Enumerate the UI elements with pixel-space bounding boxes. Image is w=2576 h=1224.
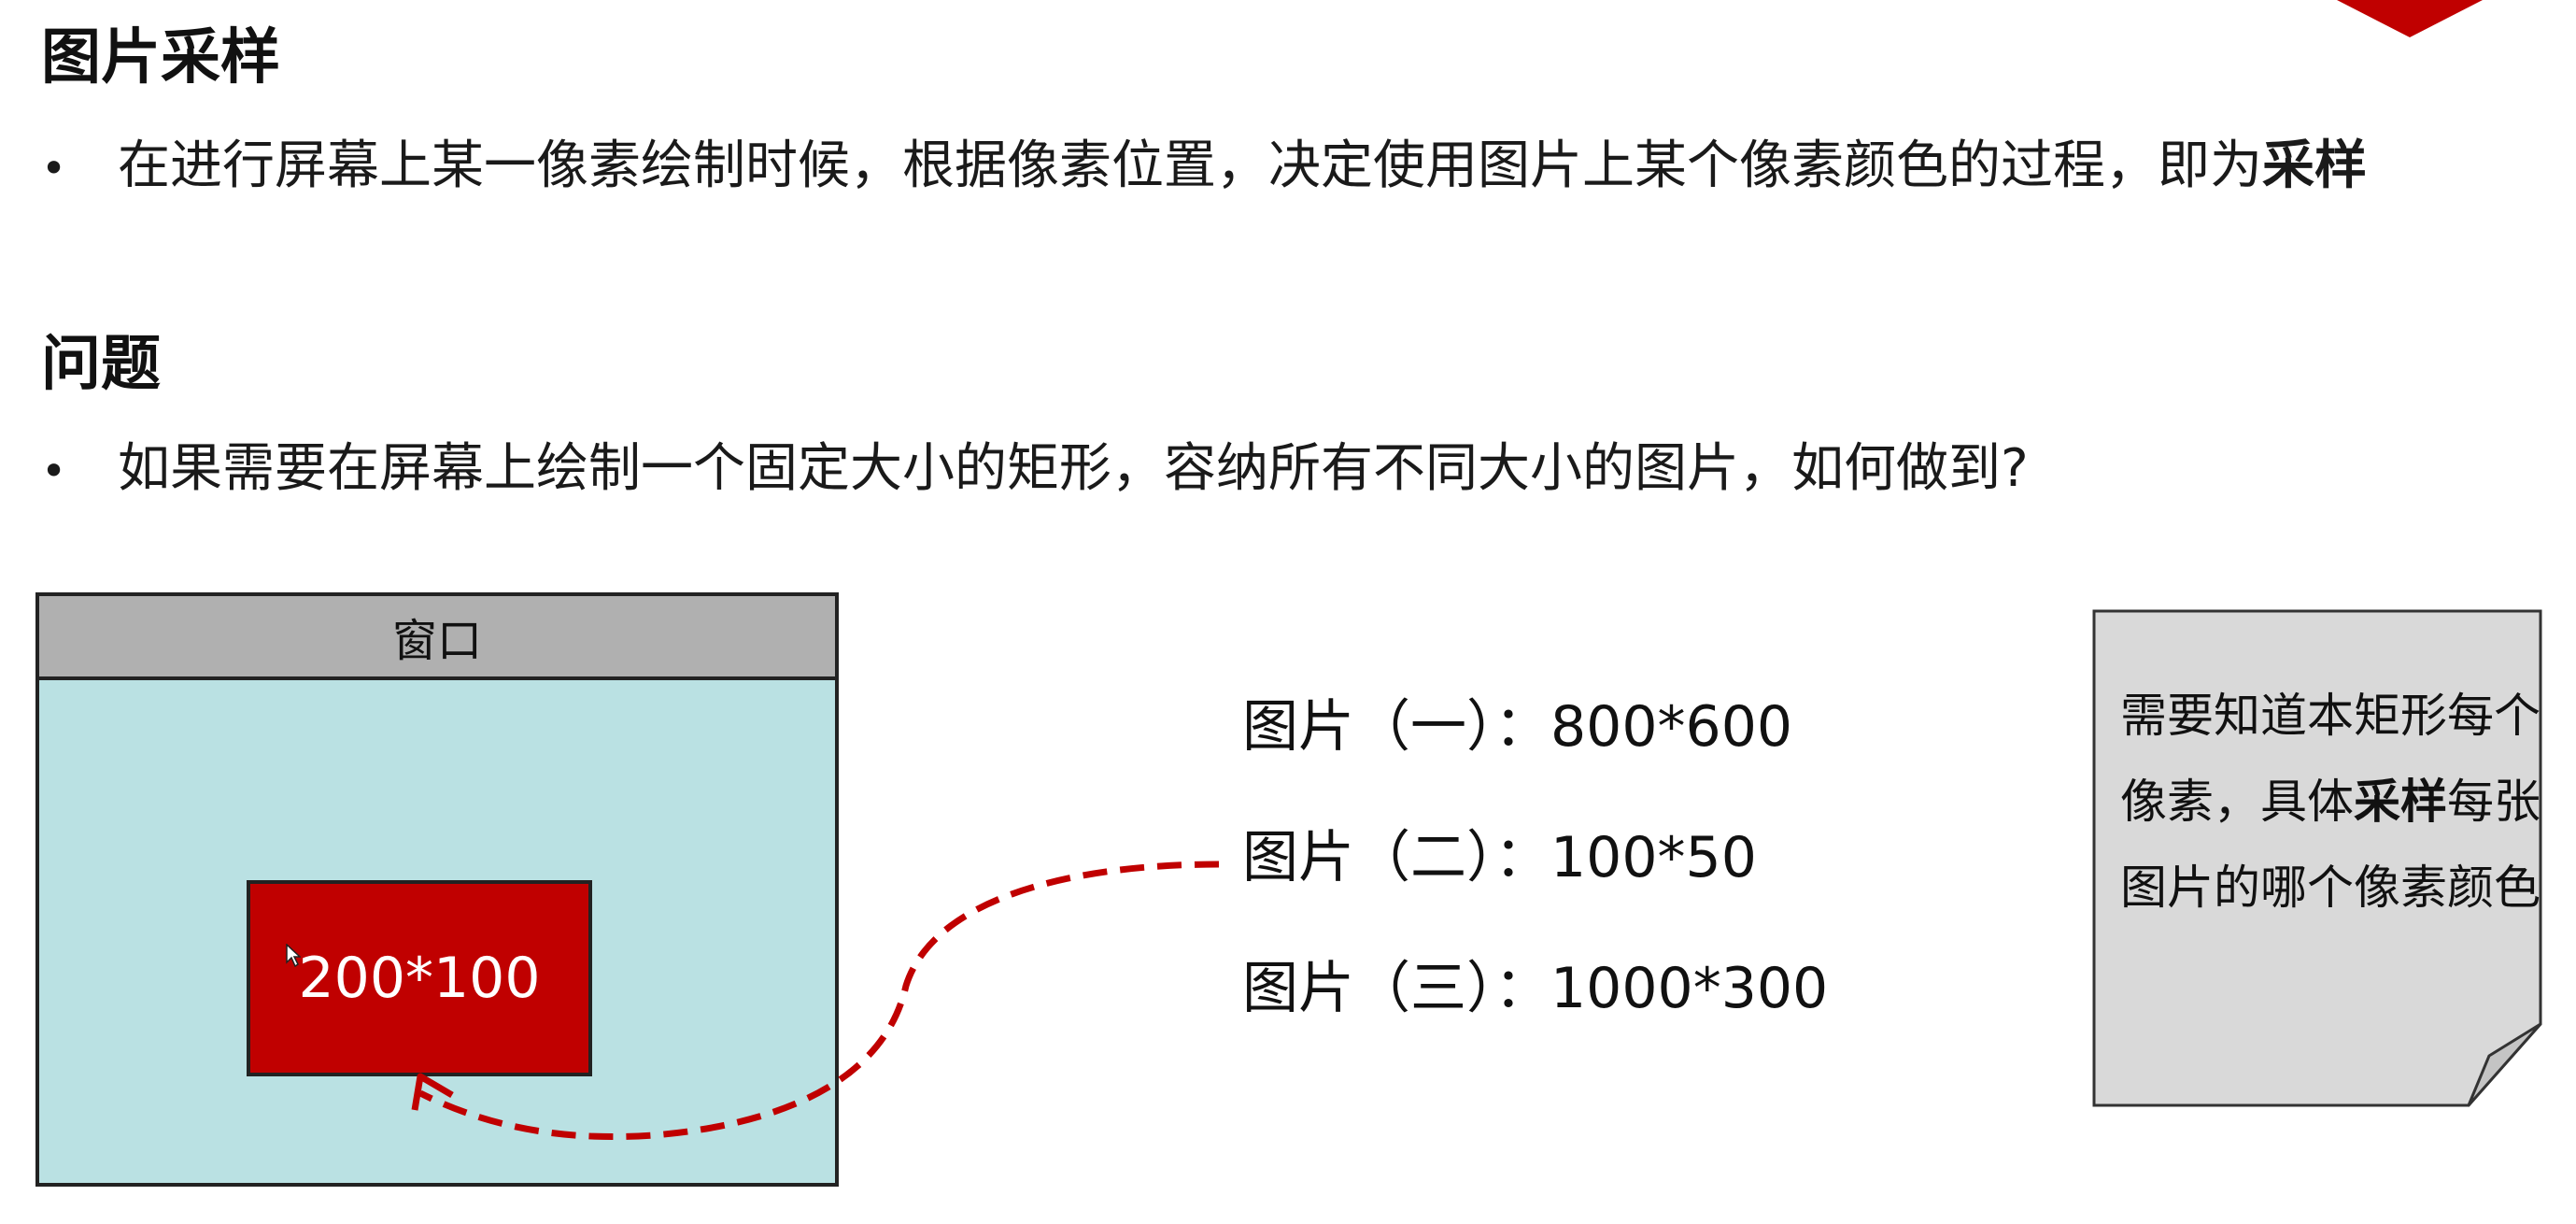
image-item-3: 图片（三）：1000*300: [1242, 956, 1829, 1021]
image-item-2: 图片（二）：100*50: [1242, 825, 1757, 890]
image-size-list: 图片（一）：800*600 图片（二）：100*50 图片（三）：1000*30…: [1242, 699, 1828, 1091]
note-text: 需要知道本矩形每个像素，具体采样每张图片的哪个像素颜色: [2120, 673, 2550, 931]
image-item-1: 图片（一）：800*600: [1242, 694, 1793, 760]
note-text-bold: 采样: [2354, 775, 2447, 829]
